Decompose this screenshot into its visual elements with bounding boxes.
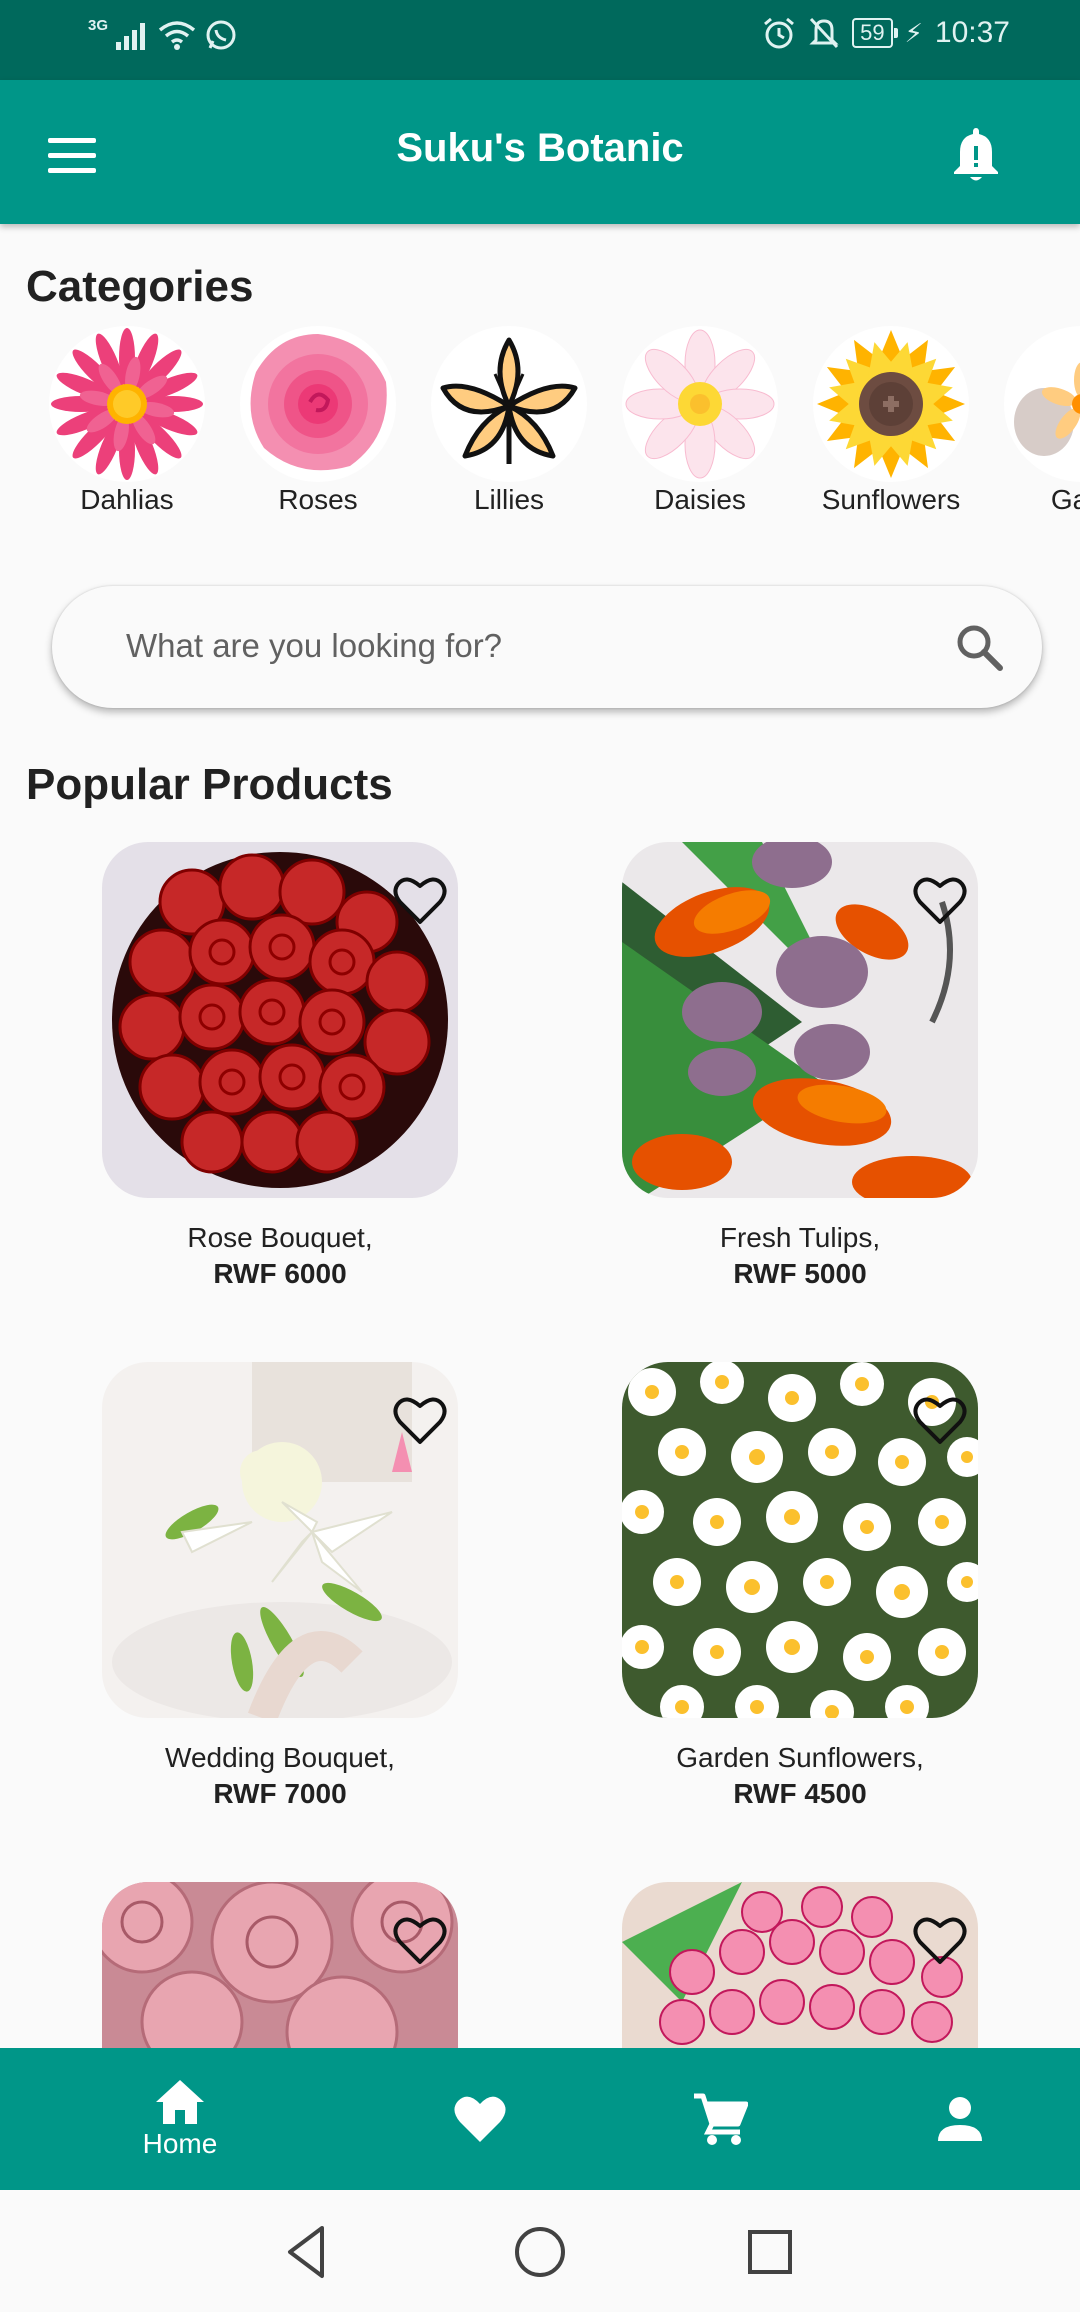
whatsapp-icon <box>206 20 236 50</box>
category-sunflowers[interactable]: Sunflowers <box>796 326 986 516</box>
back-icon[interactable] <box>276 2220 340 2284</box>
status-bar: 3G 59 ⚡ 10:37 <box>0 0 1080 80</box>
favorite-heart-icon[interactable] <box>390 1392 450 1448</box>
notification-bell-icon[interactable] <box>948 124 1004 184</box>
categories-title: Categories <box>26 262 254 311</box>
daisy-icon <box>624 328 776 480</box>
wifi-icon <box>158 21 196 50</box>
category-roses[interactable]: Roses <box>223 326 413 516</box>
person-icon <box>938 2097 982 2141</box>
category-lillies[interactable]: Lillies <box>414 326 604 516</box>
cart-icon <box>694 2093 748 2145</box>
system-navigation-bar <box>0 2190 1080 2312</box>
category-label: Gard <box>1050 484 1080 515</box>
category-image <box>1004 326 1080 482</box>
category-image <box>49 326 205 482</box>
category-daisies[interactable]: Daisies <box>605 326 795 516</box>
network-type: 3G <box>88 16 109 34</box>
product-price: RWF 4500 <box>733 1778 867 1809</box>
muted-bell-icon <box>809 17 839 49</box>
popular-products-title: Popular Products <box>26 760 393 809</box>
favorite-heart-icon[interactable] <box>390 1912 450 1968</box>
product-image <box>622 1882 978 2048</box>
category-image <box>813 326 969 482</box>
rose-icon <box>244 330 392 478</box>
category-label: Roses <box>278 484 358 515</box>
product-card[interactable]: Fresh Tulips, RWF 5000 <box>622 842 978 1290</box>
favorite-heart-icon[interactable] <box>390 872 450 928</box>
sunflower-icon <box>817 330 965 478</box>
product-card[interactable]: Wedding Bouquet, RWF 7000 <box>102 1362 458 1810</box>
bottom-navigation: Home <box>0 2048 1080 2190</box>
product-image <box>622 1362 978 1718</box>
category-label: Lillies <box>473 484 545 515</box>
gardenia-icon <box>1006 328 1080 480</box>
nav-home-label: Home <box>142 2128 218 2159</box>
nav-home[interactable]: Home <box>110 2048 250 2190</box>
search-input[interactable] <box>126 616 906 676</box>
product-card[interactable] <box>102 1882 458 2048</box>
battery-indicator: 59 <box>852 18 899 48</box>
search-icon[interactable] <box>952 620 1006 674</box>
dahlia-icon <box>51 328 203 480</box>
favorite-heart-icon[interactable] <box>910 1912 970 1968</box>
category-image <box>622 326 778 482</box>
category-gardenias[interactable]: Gard <box>987 326 1080 516</box>
product-image <box>622 842 978 1198</box>
signal-icon <box>116 23 146 50</box>
category-label: Sunflowers <box>821 484 961 515</box>
lily-icon <box>440 337 578 464</box>
alarm-icon <box>764 17 795 49</box>
category-dahlias[interactable]: Dahlias <box>32 326 222 516</box>
product-price: RWF 5000 <box>733 1258 867 1289</box>
product-image <box>102 842 458 1198</box>
category-label: Daisies <box>654 484 746 515</box>
product-name: Wedding Bouquet, <box>165 1742 395 1773</box>
status-left: 3G <box>88 16 238 52</box>
nav-profile[interactable] <box>890 2048 1030 2190</box>
category-label: Dahlias <box>80 484 174 515</box>
app-title: Suku's Botanic <box>396 126 684 170</box>
recent-apps-icon[interactable] <box>738 2220 802 2284</box>
product-name: Garden Sunflowers, <box>676 1742 924 1773</box>
product-card[interactable]: Rose Bouquet, RWF 6000 <box>102 842 458 1290</box>
category-image <box>240 326 396 482</box>
favorite-heart-icon[interactable] <box>910 872 970 928</box>
app-bar: Suku's Botanic <box>0 80 1080 224</box>
products-grid: Rose Bouquet, RWF 6000 Fresh Tulips, RWF… <box>0 840 1080 2048</box>
product-name: Fresh Tulips, <box>719 1222 881 1253</box>
charging-icon: ⚡ <box>904 17 923 48</box>
category-image <box>431 326 587 482</box>
product-image <box>102 1882 458 2048</box>
home-icon <box>156 2080 204 2124</box>
heart-icon <box>454 2096 506 2142</box>
product-name: Rose Bouquet, <box>187 1222 373 1253</box>
favorite-heart-icon[interactable] <box>910 1392 970 1448</box>
clock: 10:37 <box>934 16 1010 49</box>
product-price: RWF 6000 <box>213 1258 347 1289</box>
categories-list: Dahlias Roses Lillies Daisies Sunflowers… <box>0 326 1080 526</box>
nav-favorites[interactable] <box>410 2048 550 2190</box>
home-circle-icon[interactable] <box>508 2220 572 2284</box>
product-price: RWF 7000 <box>213 1778 347 1809</box>
status-right: 59 ⚡ 10:37 <box>762 16 1010 50</box>
product-image <box>102 1362 458 1718</box>
search-bar <box>52 586 1042 708</box>
product-card[interactable] <box>622 1882 978 2048</box>
nav-cart[interactable] <box>650 2048 790 2190</box>
product-card[interactable]: Garden Sunflowers, RWF 4500 <box>622 1362 978 1810</box>
